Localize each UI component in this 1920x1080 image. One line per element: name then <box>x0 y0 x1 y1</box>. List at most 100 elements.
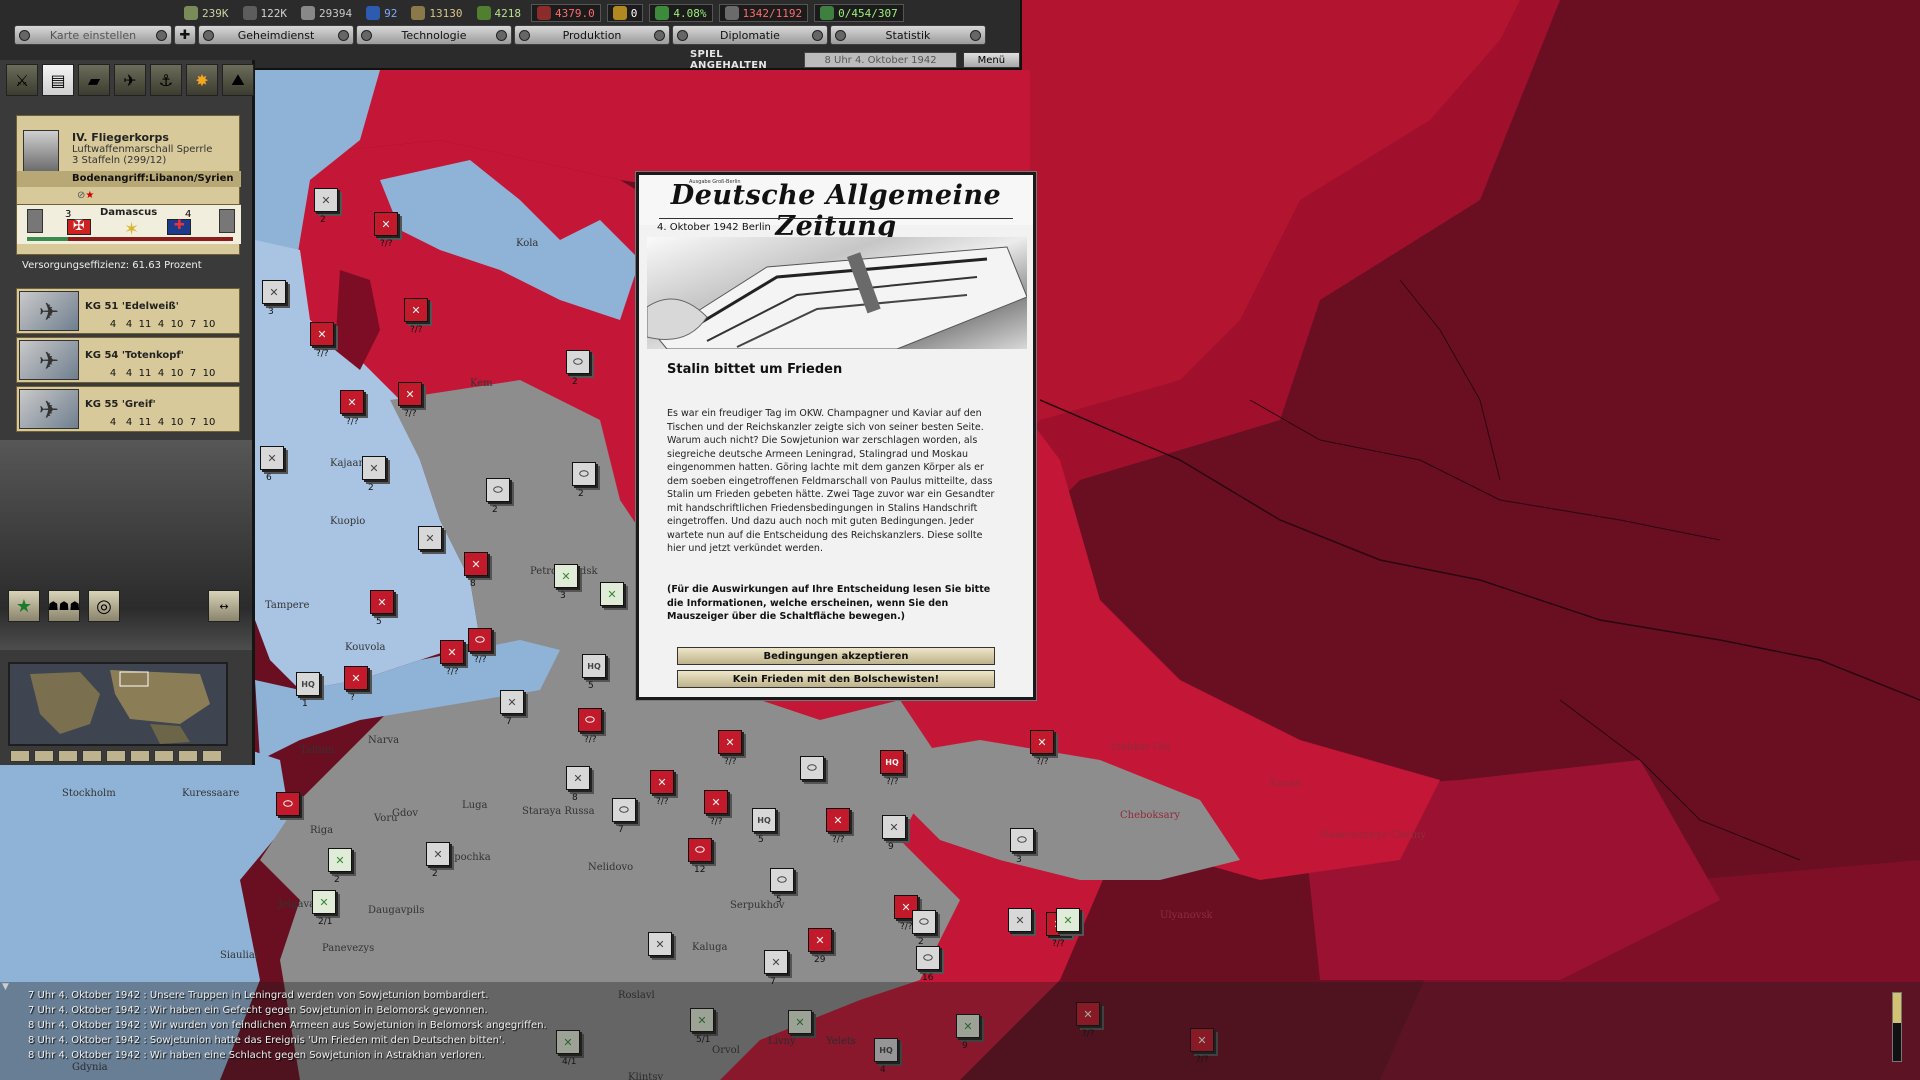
unit-counter[interactable]: ✕ ?/? <box>704 790 734 830</box>
resource-metal[interactable]: 29394 <box>297 6 356 20</box>
detach-button[interactable]: ↔ <box>208 590 240 622</box>
unit-counter[interactable]: ✕ 5 <box>370 590 400 630</box>
unit-counter[interactable]: ✕ 29 <box>808 928 838 968</box>
resource-leadership[interactable]: 0 <box>606 4 644 22</box>
resource-ic[interactable]: 4379.0 <box>531 4 601 22</box>
unit-counter[interactable]: ✕ ?/? <box>440 640 470 680</box>
unit-counter[interactable]: HQ 1 <box>296 672 326 712</box>
unit-counter[interactable]: ⬭ ?/? <box>578 708 608 748</box>
minimap-mode-button[interactable] <box>34 750 54 762</box>
statistics-button[interactable]: Statistik <box>830 25 986 45</box>
unit-counter[interactable]: ⬭ 5 <box>770 868 800 908</box>
unit-counter[interactable]: ✕ 2/1 <box>312 890 342 930</box>
unit-counter[interactable]: ⬭ 2 <box>912 910 942 950</box>
unit-counter[interactable]: ✕ 9 <box>882 815 912 855</box>
minimap-mode-button[interactable] <box>202 750 222 762</box>
unit-counter[interactable]: ✕? <box>344 666 374 706</box>
unit-counter[interactable]: ✕ ?/? <box>826 808 856 848</box>
unit-counter[interactable]: ✕ <box>648 932 678 972</box>
unit-counter[interactable]: ⬭ 2 <box>486 478 516 518</box>
unit-counter[interactable]: ✕ ?/? <box>718 730 748 770</box>
menu-button[interactable]: Menü <box>962 52 1020 68</box>
unit-counter[interactable]: ✕ <box>1008 908 1038 948</box>
log-collapse-icon[interactable]: ▼ <box>2 982 9 992</box>
unit-counter[interactable]: ✕ ?/? <box>374 212 404 252</box>
unit-counter[interactable]: ✕ 3 <box>262 280 292 320</box>
unit-counter[interactable]: ✕ 2 <box>426 842 456 882</box>
resource-convoy[interactable]: 1342/1192 <box>718 4 809 22</box>
resource-manpower[interactable]: 239K <box>180 6 233 20</box>
unit-counter[interactable]: ⬭ 7 <box>612 798 642 838</box>
minimap-mode-button[interactable] <box>106 750 126 762</box>
unit-counter[interactable]: ✕ 6 <box>260 446 290 486</box>
first-aid-button[interactable]: ✚ <box>174 25 196 45</box>
unit-counter[interactable]: ✕ ?/? <box>1030 730 1060 770</box>
unit-counter[interactable]: ⬭ ?/? <box>468 628 498 668</box>
log-scrollbar[interactable] <box>1892 992 1902 1062</box>
resource-oil[interactable]: 92 <box>362 6 401 20</box>
unit-counter[interactable]: ✕ 2 <box>362 456 392 496</box>
unit-counter[interactable]: ✕ <box>1056 908 1086 948</box>
game-date[interactable]: 8 Uhr 4. Oktober 1942 <box>804 52 957 68</box>
air-filter-button[interactable]: ✈ <box>114 64 146 96</box>
unit-counter[interactable]: ✕ 8 <box>464 552 494 592</box>
resource-transport[interactable]: 0/454/307 <box>814 4 904 22</box>
unit-counter[interactable]: ⬭ 2 <box>572 462 602 502</box>
navy-filter-button[interactable]: ⚓ <box>150 64 182 96</box>
promote-button[interactable]: ★ <box>8 590 40 622</box>
combat-filter-button[interactable]: ✸ <box>186 64 218 96</box>
unit-counter[interactable]: ✕ ?/? <box>404 298 434 338</box>
unit-counter[interactable]: HQ 5 <box>752 808 782 848</box>
unit-row[interactable]: ✈ KG 54 'Totenkopf' 4 4 11 4 10 7 10 <box>16 337 240 383</box>
unit-row[interactable]: ✈ KG 55 'Greif' 4 4 11 4 10 7 10 <box>16 386 240 432</box>
intelligence-button[interactable]: Geheimdienst <box>198 25 354 45</box>
minimap-mode-button[interactable] <box>10 750 30 762</box>
map-mode-button[interactable]: Karte einstellen <box>14 25 172 45</box>
resource-dissent[interactable]: 4.08% <box>649 4 713 22</box>
unit-counter[interactable]: ⬭ <box>276 792 306 832</box>
document-filter-button[interactable]: ▤ <box>42 64 74 96</box>
minimap[interactable] <box>8 662 228 746</box>
minimap-mode-button[interactable] <box>130 750 150 762</box>
technology-button[interactable]: Technologie <box>356 25 512 45</box>
minimap-mode-button[interactable] <box>178 750 198 762</box>
resource-supplies[interactable]: 13130 <box>407 6 466 20</box>
unit-counter[interactable]: ✕ ?/? <box>398 382 428 422</box>
unit-counter[interactable]: ✕ 2 <box>314 188 344 228</box>
unit-row[interactable]: ✈ KG 51 'Edelweiß' 4 4 11 4 10 7 10 <box>16 288 240 334</box>
unit-counter[interactable]: ✕ 7 <box>500 690 530 730</box>
accept-terms-button[interactable]: Bedingungen akzeptieren <box>677 647 995 665</box>
resource-money[interactable]: 4218 <box>473 6 526 20</box>
unit-counter[interactable]: ✕ ?/? <box>340 390 370 430</box>
minimap-mode-button[interactable] <box>58 750 78 762</box>
unit-counter[interactable]: ⬭ 12 <box>688 838 718 878</box>
minimap-mode-button[interactable] <box>154 750 174 762</box>
reject-peace-button[interactable]: Kein Frieden mit den Bolschewisten! <box>677 670 995 688</box>
terrain-filter-button[interactable]: ⛰ <box>222 64 254 96</box>
air-corps-card[interactable]: IV. Fliegerkorps Luftwaffenmarschall Spe… <box>16 115 241 255</box>
diplomacy-button[interactable]: Diplomatie <box>672 25 828 45</box>
unit-counter[interactable]: ✕ <box>600 582 630 622</box>
unit-counter[interactable]: ⬭ 16 <box>916 946 946 986</box>
unit-counter[interactable]: ✕ <box>418 526 448 566</box>
unit-counter[interactable]: ⬭ 2 <box>566 350 596 390</box>
reorganize-button[interactable]: ☗☗☗ <box>48 590 80 622</box>
unit-counter[interactable]: ✕ ?/? <box>650 770 680 810</box>
army-filter-button[interactable]: ⚔ <box>6 64 38 96</box>
unit-counter[interactable]: ✕ 8 <box>566 766 596 806</box>
log-scroll-thumb[interactable] <box>1893 993 1901 1023</box>
unit-counter[interactable]: ⬭ <box>800 756 830 796</box>
corps-mission[interactable]: Bodenangriff:Libanon/Syrien <box>17 171 241 187</box>
target-button[interactable]: ◎ <box>88 590 120 622</box>
unit-counter[interactable]: HQ 5 <box>582 654 612 694</box>
resource-energy[interactable]: 122K <box>239 6 292 20</box>
minimap-mode-button[interactable] <box>82 750 102 762</box>
combat-info[interactable]: 3 Damascus ✶ 4 <box>17 204 241 244</box>
production-button[interactable]: Produktion <box>514 25 670 45</box>
unit-counter[interactable]: ⬭ 3 <box>1010 828 1040 868</box>
unit-counter[interactable]: ✕ ?/? <box>310 322 340 362</box>
unit-counter[interactable]: ✕ 2 <box>328 848 358 888</box>
unit-counter[interactable]: ✕ 3 <box>554 564 584 604</box>
tank-filter-button[interactable]: ▰ <box>78 64 110 96</box>
unit-counter[interactable]: HQ ?/? <box>880 750 910 790</box>
